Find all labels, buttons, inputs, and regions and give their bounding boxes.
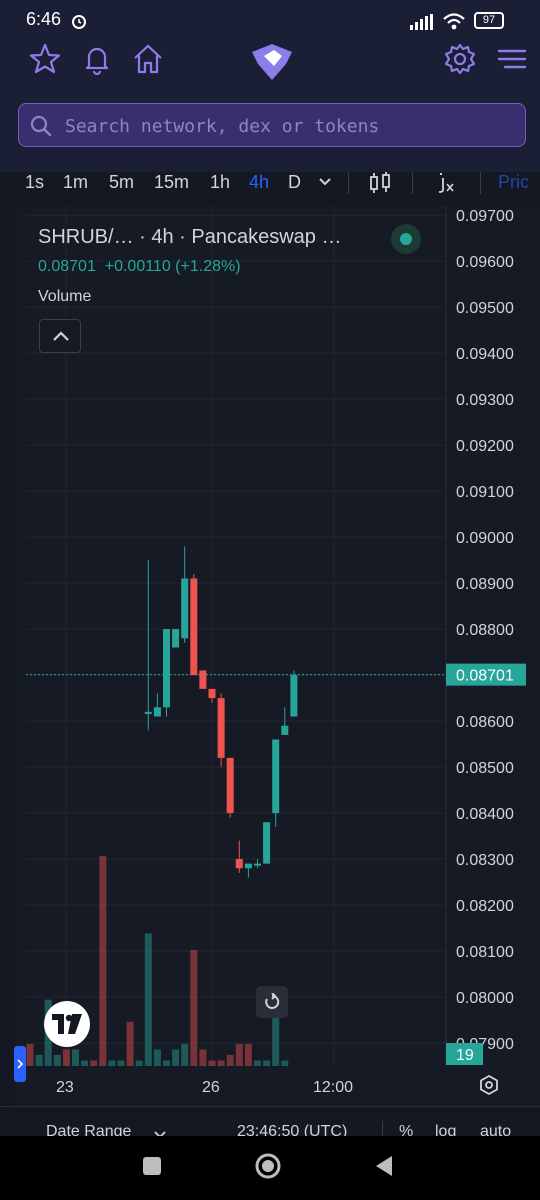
reset-chart-button[interactable] <box>256 986 288 1018</box>
bottom-divider <box>382 1121 383 1137</box>
status-bar: 6:46 97 <box>0 0 540 40</box>
legend-change: +0.00110 (+1.28%) <box>104 258 241 275</box>
menu-icon[interactable] <box>495 42 529 76</box>
search-input[interactable] <box>63 110 507 142</box>
back-icon[interactable] <box>372 1154 396 1178</box>
chevron-down-icon[interactable] <box>318 177 332 187</box>
android-nav-bar <box>0 1136 540 1200</box>
side-panel-handle[interactable] <box>14 1046 26 1082</box>
market-status-dot <box>391 224 421 254</box>
battery-level: 97 <box>482 14 496 26</box>
axis-settings-icon[interactable] <box>478 1074 500 1096</box>
timeframe-4h[interactable]: 4h <box>249 172 269 193</box>
rotate-icon <box>265 993 280 1009</box>
search-icon <box>30 115 52 137</box>
timeframe-d[interactable]: D <box>288 172 301 193</box>
legend-price: 0.08701 <box>38 258 96 275</box>
chart-title: SHRUB/… · 4h · Pancakeswap … <box>38 226 342 248</box>
timeframe-toolbar: 1s 1m 5m 15m 1h 4h D Pric <box>0 172 540 196</box>
legend-price-row: 0.08701 +0.00110 (+1.28%) <box>38 258 241 276</box>
bell-icon[interactable] <box>80 42 114 76</box>
home-icon[interactable] <box>131 42 165 76</box>
tradingview-icon <box>52 1014 82 1034</box>
timeframe-1s[interactable]: 1s <box>25 172 44 193</box>
timeframe-1m[interactable]: 1m <box>63 172 88 193</box>
chevron-up-icon <box>53 331 69 341</box>
alarm-icon <box>72 15 86 29</box>
chevron-right-icon <box>17 1059 24 1069</box>
timeframe-15m[interactable]: 15m <box>154 172 189 193</box>
recents-icon[interactable] <box>141 1155 163 1177</box>
signal-icon <box>410 14 433 30</box>
chart-panel[interactable] <box>14 206 540 1106</box>
price-tab[interactable]: Pric <box>498 172 529 193</box>
legend-volume-label: Volume <box>38 288 92 305</box>
candles-icon[interactable] <box>368 172 392 194</box>
star-icon[interactable] <box>28 42 62 76</box>
chart-bottom-bar: Date Range 23:46:50 (UTC) % log auto <box>0 1106 540 1140</box>
tradingview-logo[interactable] <box>44 1001 90 1047</box>
toolbar-divider <box>480 172 481 194</box>
timeframe-5m[interactable]: 5m <box>109 172 134 193</box>
status-time: 6:46 <box>26 9 62 29</box>
gear-icon[interactable] <box>443 42 477 76</box>
collapse-legend-button[interactable] <box>39 319 81 353</box>
indicators-icon[interactable] <box>434 172 458 194</box>
battery-icon: 97 <box>474 12 504 29</box>
logo-icon[interactable] <box>248 42 296 82</box>
timeframe-1h[interactable]: 1h <box>210 172 230 193</box>
wifi-icon <box>443 13 465 30</box>
toolbar-divider <box>348 172 349 194</box>
home-nav-icon[interactable] <box>254 1152 282 1180</box>
toolbar-divider <box>412 172 413 194</box>
search-bar[interactable] <box>18 103 526 147</box>
